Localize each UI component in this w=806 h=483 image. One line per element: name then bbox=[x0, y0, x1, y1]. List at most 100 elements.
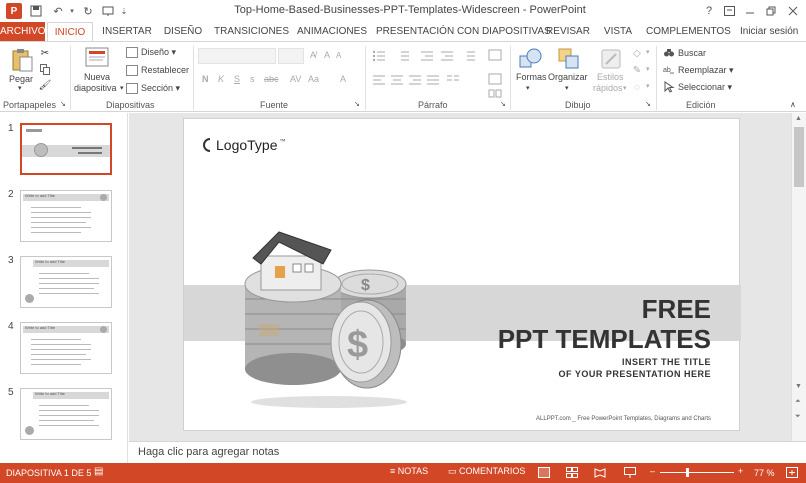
tab-presentacion[interactable]: PRESENTACIÓN CON DIAPOSITIVAS bbox=[376, 22, 551, 41]
tab-diseno[interactable]: DISEÑO bbox=[160, 22, 206, 41]
slide-thumbnail-5[interactable]: Write to add Title bbox=[20, 388, 112, 440]
tab-animaciones[interactable]: ANIMACIONES bbox=[296, 22, 368, 41]
redo-icon[interactable]: ↻ bbox=[80, 3, 96, 19]
select-button[interactable]: Seleccionar ▾ bbox=[678, 82, 732, 93]
char-spacing-icon[interactable]: AV bbox=[290, 74, 301, 84]
italic-button[interactable]: K bbox=[218, 74, 224, 84]
tab-insertar[interactable]: INSERTAR bbox=[102, 22, 152, 41]
align-left-icon[interactable] bbox=[372, 74, 386, 86]
scroll-up-icon[interactable]: ▲ bbox=[795, 115, 802, 122]
zoom-level[interactable]: 77 % bbox=[754, 468, 775, 478]
find-button[interactable]: Buscar bbox=[678, 48, 706, 58]
zoom-in-icon[interactable]: + bbox=[738, 466, 743, 476]
quick-styles-label[interactable]: Estilos bbox=[597, 72, 624, 82]
zoom-out-icon[interactable]: – bbox=[650, 466, 655, 476]
slide-sorter-icon[interactable] bbox=[566, 467, 578, 478]
font-color-icon[interactable]: A bbox=[340, 74, 346, 84]
scroll-down-icon[interactable]: ▼ bbox=[795, 383, 802, 390]
new-slide-dropdown-icon[interactable]: ▾ bbox=[120, 84, 124, 92]
cut-icon[interactable]: ✂ bbox=[38, 46, 52, 60]
drawing-launcher-icon[interactable]: ↘ bbox=[645, 100, 651, 108]
normal-view-icon[interactable] bbox=[538, 467, 550, 478]
spelling-check-icon[interactable]: ▤ bbox=[94, 466, 103, 477]
paragraph-launcher-icon[interactable]: ↘ bbox=[500, 100, 506, 108]
ribbon-display-options-icon[interactable] bbox=[718, 2, 740, 20]
close-icon[interactable] bbox=[782, 2, 804, 20]
align-center-icon[interactable] bbox=[390, 74, 404, 86]
slide-subtitle-line-2[interactable]: OF YOUR PRESENTATION HERE bbox=[558, 369, 711, 379]
align-right-icon[interactable] bbox=[408, 74, 422, 86]
shapes-icon[interactable] bbox=[518, 47, 544, 71]
powerpoint-icon[interactable]: P bbox=[6, 3, 22, 19]
shape-fill-dropdown-icon[interactable]: ▾ bbox=[646, 48, 650, 56]
section-icon[interactable] bbox=[126, 83, 138, 94]
clear-format-icon[interactable]: A̸ bbox=[310, 50, 316, 60]
justify-icon[interactable] bbox=[426, 74, 440, 86]
collapse-ribbon-icon[interactable]: ∧ bbox=[790, 100, 796, 109]
notes-placeholder[interactable]: Haga clic para agregar notas bbox=[138, 446, 279, 458]
shape-effects-icon[interactable]: ◌ bbox=[630, 80, 644, 94]
slide-headline-line-1[interactable]: FREE bbox=[642, 295, 711, 323]
customize-qa-icon[interactable]: ⇣ bbox=[116, 3, 132, 19]
reset-icon[interactable] bbox=[126, 65, 138, 76]
slide-headline-line-2[interactable]: PPT TEMPLATES bbox=[498, 325, 711, 353]
slide-subtitle-line-1[interactable]: INSERT THE TITLE bbox=[622, 357, 711, 367]
font-name-combo[interactable] bbox=[198, 48, 276, 64]
tab-complementos[interactable]: COMPLEMENTOS bbox=[646, 22, 731, 41]
copy-icon[interactable] bbox=[38, 62, 52, 76]
quick-styles-icon[interactable] bbox=[598, 47, 624, 71]
help-button[interactable]: ? bbox=[698, 2, 720, 20]
numbering-icon[interactable] bbox=[396, 50, 410, 62]
logo[interactable]: LogoType ™ bbox=[202, 137, 286, 153]
paste-dropdown-icon[interactable]: ▾ bbox=[18, 84, 22, 92]
reading-view-icon[interactable] bbox=[594, 467, 606, 478]
select-icon[interactable] bbox=[662, 80, 676, 94]
restore-icon[interactable] bbox=[760, 2, 782, 20]
slide-thumbnail-4[interactable]: Write to add Title bbox=[20, 322, 112, 374]
fit-slide-icon[interactable] bbox=[786, 467, 798, 478]
vertical-scrollbar[interactable]: ▲ ▼ ⏶ ⏷ bbox=[791, 113, 806, 441]
decrease-indent-icon[interactable] bbox=[420, 50, 434, 62]
change-case-button[interactable]: Aa bbox=[308, 74, 319, 84]
shapes-label[interactable]: Formas bbox=[516, 72, 547, 82]
increase-indent-icon[interactable] bbox=[440, 50, 454, 62]
paste-label[interactable]: Pegar bbox=[9, 74, 33, 84]
slide-footer[interactable]: ALLPPT.com _ Free PowerPoint Templates, … bbox=[536, 416, 711, 422]
new-slide-label-2[interactable]: diapositiva bbox=[74, 83, 117, 93]
minimize-icon[interactable] bbox=[739, 2, 761, 20]
scroll-thumb[interactable] bbox=[794, 127, 804, 187]
shape-fill-icon[interactable]: ◇ bbox=[630, 46, 644, 60]
tab-archivo[interactable]: ARCHIVO bbox=[0, 22, 46, 41]
replace-icon[interactable]: ab bbox=[662, 63, 676, 77]
notes-button[interactable]: ≡ NOTAS bbox=[390, 466, 428, 476]
replace-button[interactable]: Reemplazar ▾ bbox=[678, 65, 734, 76]
paste-icon[interactable] bbox=[10, 47, 34, 73]
current-slide[interactable]: LogoType ™ $ $ FREE PPT TEMPLATES INSERT… bbox=[183, 118, 741, 431]
font-size-combo[interactable] bbox=[278, 48, 304, 64]
start-presentation-icon[interactable] bbox=[100, 3, 116, 19]
arrange-dropdown-icon[interactable]: ▾ bbox=[565, 84, 569, 92]
shrink-font-icon[interactable]: A bbox=[336, 51, 341, 60]
tab-transiciones[interactable]: TRANSICIONES bbox=[214, 22, 289, 41]
underline-button[interactable]: S bbox=[234, 74, 240, 84]
shape-outline-icon[interactable]: ✎ bbox=[630, 63, 644, 77]
tab-inicio[interactable]: INICIO bbox=[47, 22, 93, 41]
zoom-slider[interactable] bbox=[660, 468, 734, 477]
zoom-slider-thumb[interactable] bbox=[686, 468, 689, 477]
slide-thumbnail-2[interactable]: Write to add Title bbox=[20, 190, 112, 242]
layout-icon[interactable] bbox=[126, 47, 138, 58]
new-slide-icon[interactable] bbox=[84, 46, 110, 68]
shape-effects-dropdown-icon[interactable]: ▾ bbox=[646, 82, 650, 90]
shadow-button[interactable]: s bbox=[250, 74, 255, 84]
clipboard-launcher-icon[interactable]: ↘ bbox=[60, 100, 66, 108]
save-icon[interactable] bbox=[28, 3, 44, 19]
find-icon[interactable] bbox=[662, 46, 676, 60]
layout-button[interactable]: Diseño ▾ bbox=[141, 47, 176, 58]
previous-slide-icon[interactable]: ⏶ bbox=[795, 398, 801, 406]
comments-button[interactable]: ▭ COMENTARIOS bbox=[448, 466, 525, 477]
grow-font-icon[interactable]: A bbox=[324, 50, 330, 60]
undo-dropdown-icon[interactable]: ▾ bbox=[64, 3, 80, 19]
format-painter-icon[interactable]: 🖌 bbox=[38, 78, 52, 92]
strikethrough-button[interactable]: abc bbox=[264, 74, 279, 84]
slideshow-view-icon[interactable] bbox=[624, 467, 636, 478]
